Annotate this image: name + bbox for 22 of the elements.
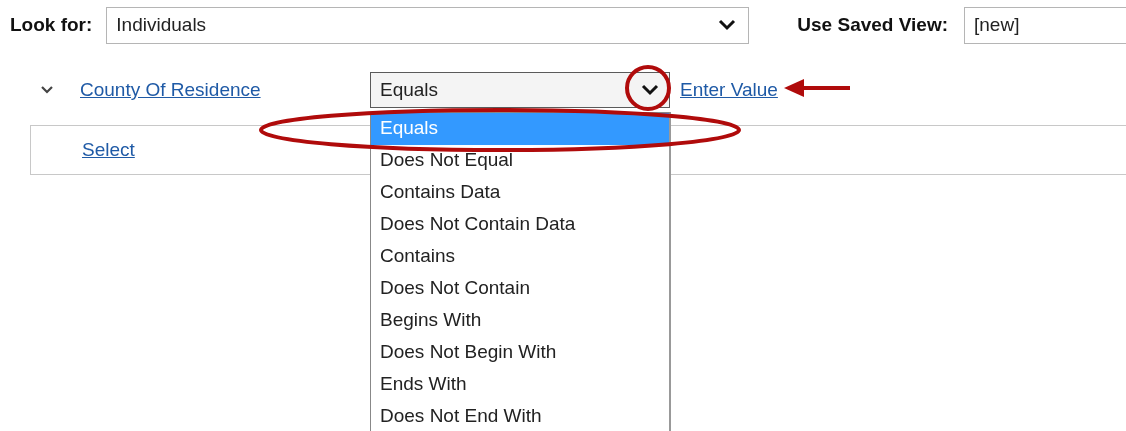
dropdown-option[interactable]: Does Not Equal [371, 145, 669, 177]
dropdown-option[interactable]: Does Not Begin With [371, 337, 669, 369]
dropdown-option[interactable]: Contains Data [371, 177, 669, 209]
chevron-down-icon [718, 19, 737, 31]
enter-value-link[interactable]: Enter Value [680, 79, 778, 101]
field-link[interactable]: County Of Residence [80, 79, 370, 101]
saved-view-label: Use Saved View: [797, 14, 948, 36]
dropdown-option[interactable]: Ends With [371, 369, 669, 401]
chevron-down-icon[interactable] [40, 85, 54, 95]
operator-select[interactable]: Equals [370, 72, 670, 108]
dropdown-option[interactable]: Does Not End With [371, 401, 669, 431]
dropdown-option[interactable]: Does Not Contain [371, 273, 669, 305]
dropdown-option[interactable]: Does Not Contain Data [371, 209, 669, 241]
pointer-arrow [784, 79, 850, 97]
dropdown-option[interactable]: Contains [371, 241, 669, 273]
saved-view-field[interactable]: [new] [964, 6, 1126, 44]
look-for-select[interactable]: Individuals [106, 6, 750, 44]
dropdown-option[interactable]: Begins With [371, 305, 669, 337]
chevron-down-icon [641, 84, 659, 96]
highlight-circle [625, 65, 671, 111]
look-for-label: Look for: [10, 14, 93, 36]
select-link[interactable]: Select [82, 139, 135, 161]
